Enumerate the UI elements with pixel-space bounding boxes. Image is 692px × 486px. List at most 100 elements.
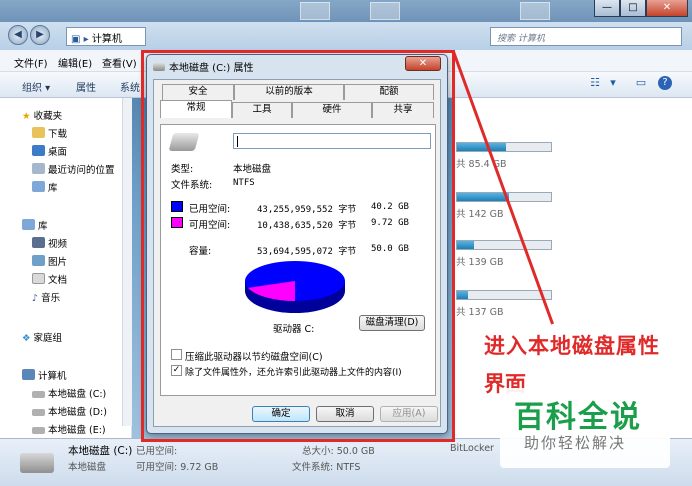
homegroup-icon: ❖ bbox=[22, 333, 34, 344]
sidebar-item-drive-d[interactable]: 本地磁盘 (D:) bbox=[32, 404, 107, 418]
drive-usage-bar bbox=[456, 290, 552, 300]
free-space-bytes: 10,438,635,520 字节 bbox=[257, 221, 357, 231]
library-icon bbox=[22, 219, 35, 230]
close-button[interactable]: ✕ bbox=[646, 0, 688, 17]
tab-tools[interactable]: 工具 bbox=[232, 102, 292, 118]
explorer-titlebar: — □ ✕ bbox=[0, 0, 692, 22]
organize-button[interactable]: 组织 ▾ bbox=[22, 79, 50, 94]
free-space-gb: 9.72 GB bbox=[371, 218, 409, 228]
sidebar-item-homegroup[interactable]: ❖ 家庭组 bbox=[22, 330, 62, 344]
used-space-bytes: 43,255,959,552 字节 bbox=[257, 205, 357, 215]
tab-quota[interactable]: 配额 bbox=[344, 84, 434, 100]
music-icon: ♪ bbox=[32, 293, 42, 304]
sidebar-scrollbar[interactable] bbox=[122, 98, 132, 426]
drive-usage-fill bbox=[457, 241, 474, 249]
filesystem-label: 文件系统: bbox=[171, 180, 213, 191]
divider bbox=[169, 339, 429, 340]
drive-size-text: 共 142 GB bbox=[456, 209, 504, 220]
hard-drive-icon bbox=[32, 427, 45, 434]
drive-letter-label: 驱动器 C: bbox=[273, 324, 315, 335]
ok-button[interactable]: 确定 bbox=[252, 406, 310, 422]
watermark-title: 百科全说 bbox=[514, 400, 642, 435]
compress-checkbox[interactable] bbox=[171, 349, 182, 360]
drive-usage-bar bbox=[456, 142, 552, 152]
type-label: 类型: bbox=[171, 164, 194, 175]
status-file-system: 文件系统: NTFS bbox=[292, 462, 361, 473]
view-options-icon[interactable]: ☷ bbox=[586, 76, 604, 92]
taskbar-thumbnail bbox=[520, 2, 550, 20]
disk-cleanup-button[interactable]: 磁盘清理(D) bbox=[359, 315, 425, 331]
drive-usage-fill bbox=[457, 143, 506, 151]
menu-file[interactable]: 文件(F) bbox=[14, 55, 48, 70]
status-used-label: 已用空间: bbox=[136, 446, 178, 457]
tab-hardware[interactable]: 硬件 bbox=[292, 102, 372, 118]
index-label: 除了文件属性外，还允许索引此驱动器上文件的内容(I) bbox=[185, 368, 402, 378]
sidebar-item-library-fav[interactable]: 库 bbox=[32, 180, 58, 194]
tab-sharing[interactable]: 共享 bbox=[372, 102, 434, 118]
sidebar-item-music[interactable]: ♪ 音乐 bbox=[32, 290, 60, 304]
drive-size-text: 共 139 GB bbox=[456, 257, 504, 268]
dialog-title: 本地磁盘 (C:) 属性 bbox=[153, 59, 254, 74]
taskbar-thumbnail bbox=[300, 2, 330, 20]
sidebar-item-drive-e[interactable]: 本地磁盘 (E:) bbox=[32, 422, 106, 436]
help-icon[interactable]: ? bbox=[658, 76, 672, 90]
desktop-icon bbox=[32, 145, 45, 156]
address-bar[interactable]: ▣ ▸ 计算机 bbox=[66, 27, 146, 46]
divider bbox=[169, 193, 429, 194]
maximize-button[interactable]: □ bbox=[620, 0, 646, 17]
watermark-subtitle: 助你轻松解决 bbox=[524, 434, 627, 452]
dialog-body: 安全 以前的版本 配额 常规 工具 硬件 共享 类型: 本地磁盘 文件系统: N… bbox=[153, 79, 441, 427]
recent-places-icon bbox=[32, 163, 45, 174]
watermark: 百科全说 助你轻松解决 bbox=[500, 388, 670, 468]
preview-pane-icon[interactable]: ▭ bbox=[632, 76, 650, 92]
used-space-gb: 40.2 GB bbox=[371, 202, 409, 212]
hard-drive-icon bbox=[32, 409, 45, 416]
sidebar-favorites-header[interactable]: ★ 收藏夹 bbox=[22, 108, 62, 122]
annotation-text: 进入本地磁盘属性 bbox=[484, 334, 660, 358]
tab-security[interactable]: 安全 bbox=[162, 84, 234, 100]
address-row: ◀ ▶ ▣ ▸ 计算机 搜索 计算机 bbox=[0, 22, 692, 50]
video-icon bbox=[32, 237, 45, 248]
sidebar-libraries-header[interactable]: 库 bbox=[22, 218, 48, 232]
drive-usage-fill bbox=[457, 291, 469, 299]
status-bitlocker: BitLocker bbox=[450, 443, 494, 454]
sidebar-item-videos[interactable]: 视频 bbox=[32, 236, 67, 250]
disk-usage-pie bbox=[245, 261, 345, 313]
sidebar-item-drive-c[interactable]: 本地磁盘 (C:) bbox=[32, 386, 106, 400]
index-checkbox[interactable]: ✓ bbox=[171, 365, 182, 376]
sidebar-computer-header[interactable]: 计算机 bbox=[22, 368, 67, 382]
tab-general[interactable]: 常规 bbox=[160, 100, 232, 118]
menu-view[interactable]: 查看(V) bbox=[102, 55, 137, 70]
system-button[interactable]: 系统 bbox=[120, 79, 140, 94]
general-tab-panel: 类型: 本地磁盘 文件系统: NTFS 已用空间: 43,255,959,552… bbox=[160, 124, 436, 396]
properties-button[interactable]: 属性 bbox=[76, 79, 96, 94]
taskbar-thumbnail bbox=[370, 2, 400, 20]
drive-size-text: 共 85.4 GB bbox=[456, 159, 507, 170]
folder-icon bbox=[32, 127, 45, 138]
compress-label: 压缩此驱动器以节约磁盘空间(C) bbox=[185, 352, 323, 363]
status-drive-name: 本地磁盘 (C:) bbox=[68, 445, 133, 457]
star-icon: ★ bbox=[22, 111, 31, 122]
back-arrow-icon[interactable]: ◀ bbox=[8, 25, 28, 45]
sidebar-item-documents[interactable]: 文档 bbox=[32, 272, 67, 286]
cancel-button[interactable]: 取消 bbox=[316, 406, 374, 422]
apply-button[interactable]: 应用(A) bbox=[380, 406, 438, 422]
hard-drive-icon bbox=[32, 391, 45, 398]
sidebar-item-desktop[interactable]: 桌面 bbox=[32, 144, 67, 158]
tab-previous-versions[interactable]: 以前的版本 bbox=[234, 84, 344, 100]
sidebar-item-pictures[interactable]: 图片 bbox=[32, 254, 67, 268]
chevron-down-icon[interactable]: ▾ bbox=[604, 76, 622, 92]
sidebar-item-recent[interactable]: 最近访问的位置 bbox=[32, 162, 115, 176]
free-space-label: 可用空间: bbox=[189, 220, 231, 231]
dialog-close-button[interactable]: ✕ bbox=[405, 56, 441, 71]
hard-drive-icon bbox=[153, 63, 165, 71]
menu-edit[interactable]: 编辑(E) bbox=[58, 55, 92, 70]
sidebar-item-downloads[interactable]: 下载 bbox=[32, 126, 67, 140]
capacity-gb: 50.0 GB bbox=[371, 244, 409, 254]
search-input[interactable]: 搜索 计算机 bbox=[490, 27, 682, 46]
type-value: 本地磁盘 bbox=[233, 164, 272, 175]
document-icon bbox=[32, 273, 45, 284]
minimize-button[interactable]: — bbox=[594, 0, 620, 17]
forward-arrow-icon[interactable]: ▶ bbox=[30, 25, 50, 45]
drive-label-input[interactable] bbox=[233, 133, 431, 149]
